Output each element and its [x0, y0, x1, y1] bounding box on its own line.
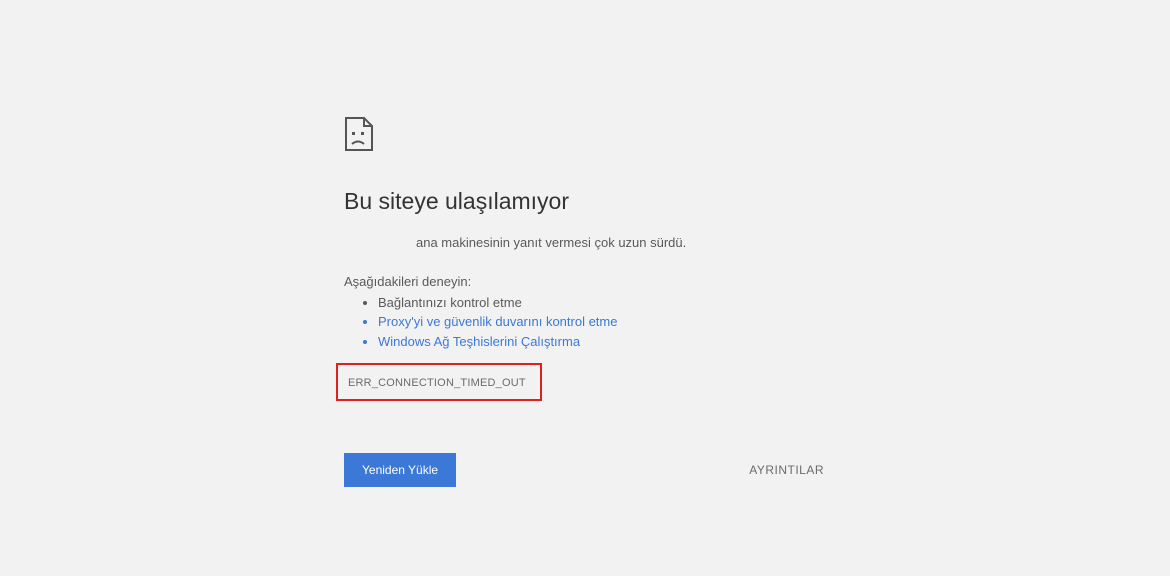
- suggestion-text[interactable]: Windows Ağ Teşhislerini Çalıştırma: [378, 334, 580, 349]
- suggestion-text[interactable]: Proxy'yi ve güvenlik duvarını kontrol et…: [378, 314, 617, 329]
- error-code-highlight: ERR_CONNECTION_TIMED_OUT: [336, 363, 542, 401]
- error-title: Bu siteye ulaşılamıyor: [344, 188, 828, 216]
- error-subtitle: ana makinesinin yanıt vermesi çok uzun s…: [416, 234, 828, 252]
- error-page-content: Bu siteye ulaşılamıyor ana makinesinin y…: [344, 116, 828, 487]
- try-label: Aşağıdakileri deneyin:: [344, 274, 828, 289]
- suggestion-item-link[interactable]: Proxy'yi ve güvenlik duvarını kontrol et…: [378, 312, 828, 332]
- suggestion-item: Bağlantınızı kontrol etme: [378, 293, 828, 313]
- button-row: Yeniden Yükle AYRINTILAR: [344, 453, 828, 487]
- suggestion-list: Bağlantınızı kontrol etme Proxy'yi ve gü…: [378, 293, 828, 352]
- error-code: ERR_CONNECTION_TIMED_OUT: [348, 377, 526, 389]
- suggestion-text: Bağlantınızı kontrol etme: [378, 295, 522, 310]
- sad-page-icon: [344, 116, 828, 152]
- reload-button[interactable]: Yeniden Yükle: [344, 453, 456, 487]
- details-button[interactable]: AYRINTILAR: [745, 453, 828, 487]
- suggestion-item-link[interactable]: Windows Ağ Teşhislerini Çalıştırma: [378, 332, 828, 352]
